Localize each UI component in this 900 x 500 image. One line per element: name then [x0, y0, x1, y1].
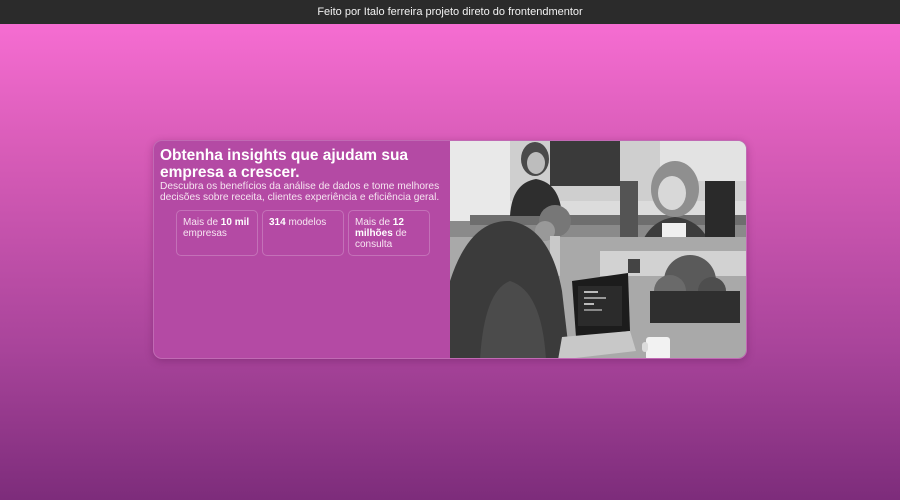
stat-companies: Mais de 10 mil empresas: [176, 210, 258, 256]
stat-value: 10 mil: [220, 217, 250, 228]
stat-prefix: Mais de: [183, 217, 219, 228]
card-text-panel: Obtenha insights que ajudam sua empresa …: [154, 141, 450, 358]
stat-templates: 314 modelos: [262, 210, 344, 256]
stat-queries: Mais de 12 milhões de consulta: [348, 210, 430, 256]
stats-preview-card: Obtenha insights que ajudam sua empresa …: [153, 140, 747, 359]
attribution-text: Feito por Italo ferreira projeto direto …: [317, 6, 583, 18]
stats-list: Mais de 10 mil empresas 314 modelos Mais…: [160, 210, 444, 256]
attribution-bar: Feito por Italo ferreira projeto direto …: [0, 0, 900, 24]
stat-suffix: empresas: [183, 228, 227, 239]
card-description: Descubra os benefícios da análise de dad…: [160, 181, 440, 203]
card-image: [450, 141, 746, 358]
stat-suffix: modelos: [288, 217, 327, 228]
stat-prefix: Mais de: [355, 217, 391, 228]
office-photo: [450, 141, 746, 358]
stat-value: 314: [269, 217, 286, 228]
card-title: Obtenha insights que ajudam sua empresa …: [160, 147, 409, 181]
